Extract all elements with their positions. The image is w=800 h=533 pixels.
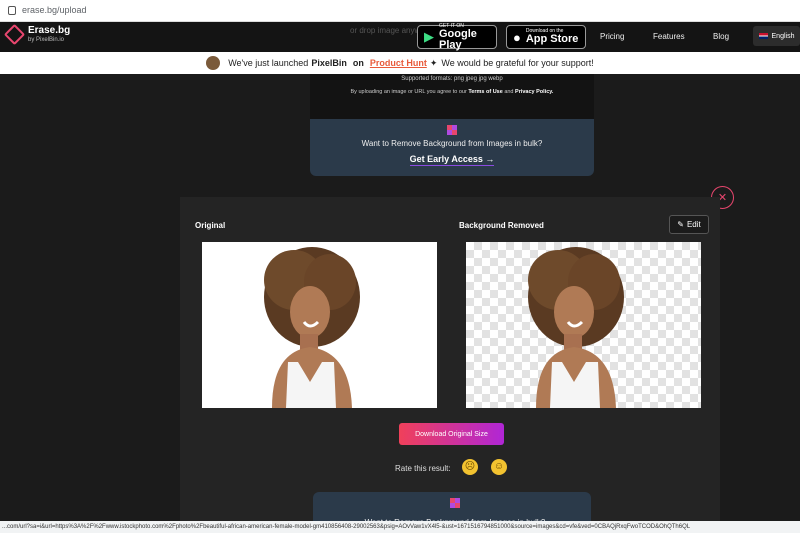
- background-removed-image: [466, 242, 701, 408]
- party-icon: ✦: [429, 57, 438, 68]
- pixelbin-icon: [447, 125, 457, 135]
- google-play-button[interactable]: ▶ GET IT ON Google Play: [417, 23, 497, 50]
- app-store-button[interactable]: ● Download on the App Store: [506, 25, 586, 49]
- bulk-promo-top: Want to Remove Background from Images in…: [310, 119, 594, 176]
- original-image: [202, 242, 437, 408]
- result-panel: Original Background Removed ✎ Edit Downl…: [180, 197, 720, 533]
- bulk-question: Want to Remove Background from Images in…: [361, 139, 543, 148]
- lock-icon: [8, 6, 16, 15]
- brand-name: Erase.bg: [28, 25, 71, 36]
- nav-link-pricing[interactable]: Pricing: [600, 32, 624, 41]
- language-selector[interactable]: English: [753, 26, 800, 46]
- announcement-banner: We've just launched PixelBin on Product …: [0, 52, 800, 74]
- portrait-original: [264, 247, 360, 408]
- upload-card: Supported formats: png jpeg jpg webp By …: [310, 74, 594, 176]
- nav-link-features[interactable]: Features: [653, 32, 685, 41]
- product-hunt-link[interactable]: Product Hunt: [370, 58, 427, 68]
- terms-link[interactable]: Terms of Use: [468, 89, 502, 95]
- brand-logo[interactable]: Erase.bg by PixelBin.io: [3, 23, 71, 46]
- link-status-bar: ...com/url?sa=i&url=https%3A%2F%2Fwww.is…: [0, 521, 800, 533]
- removed-label: Background Removed: [459, 221, 544, 230]
- google-play-icon: ▶: [424, 29, 434, 44]
- supported-formats: Supported formats: png jpeg jpg webp: [401, 76, 503, 82]
- terms-text: By uploading an image or URL you agree t…: [350, 89, 554, 95]
- browser-address-bar[interactable]: erase.bg/upload: [0, 0, 800, 22]
- portrait-removed: [528, 247, 624, 408]
- happy-face-icon[interactable]: ☺: [491, 459, 507, 475]
- rate-label: Rate this result:: [395, 464, 451, 473]
- pixelbin-icon: [450, 498, 460, 508]
- avatar: [206, 56, 221, 70]
- uk-flag-icon: [758, 33, 768, 39]
- apple-icon: ●: [513, 29, 521, 45]
- privacy-link[interactable]: Privacy Policy.: [515, 89, 553, 95]
- logo-icon: [3, 23, 26, 46]
- sad-face-icon[interactable]: ☹: [462, 459, 478, 475]
- pencil-icon: ✎: [677, 220, 684, 229]
- download-original-button[interactable]: Download Original Size: [399, 423, 504, 445]
- address-url[interactable]: erase.bg/upload: [22, 5, 87, 15]
- get-early-access-link[interactable]: Get Early Access →: [409, 154, 495, 166]
- brand-subtitle: by PixelBin.io: [28, 37, 65, 43]
- original-label: Original: [195, 221, 226, 230]
- edit-button[interactable]: ✎ Edit: [669, 215, 709, 234]
- nav-link-blog[interactable]: Blog: [713, 32, 729, 41]
